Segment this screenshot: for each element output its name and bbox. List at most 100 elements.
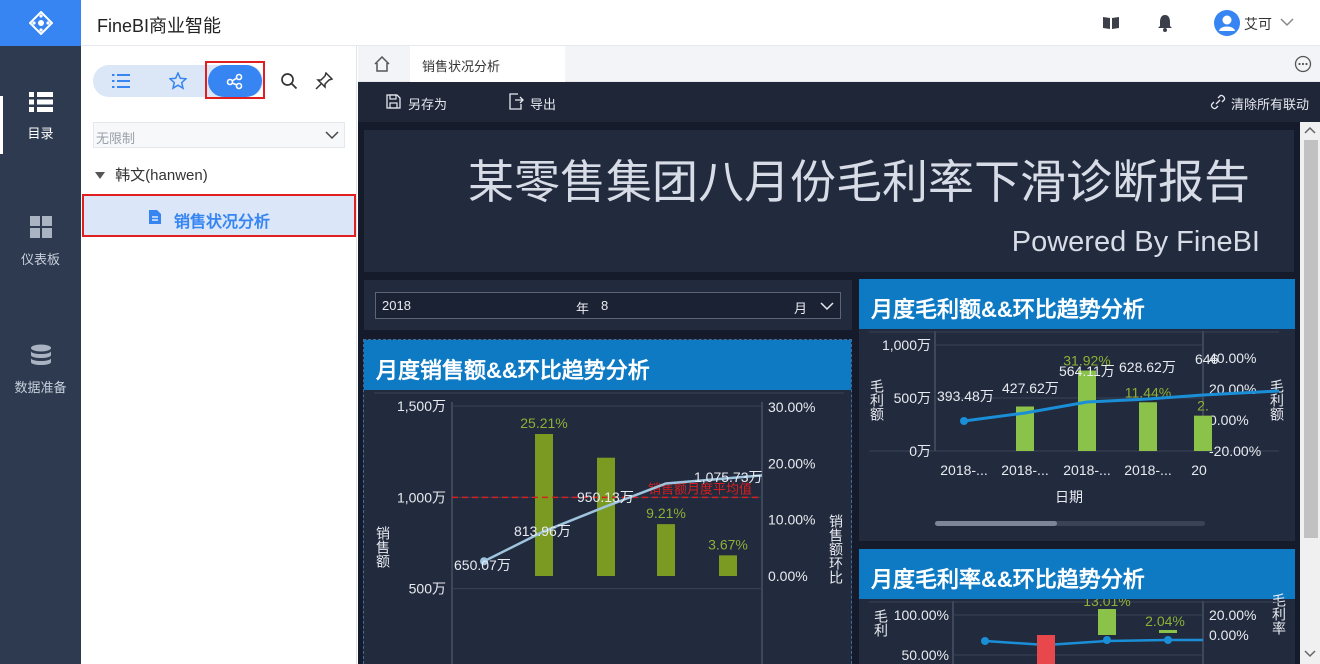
rail-item-catalog[interactable]: 目录 [0,92,81,142]
profit-y-tick: 500万 [894,390,931,406]
sales-y-tick: 1,500万 [397,398,446,414]
report-subtitle: Powered By FineBI [1011,226,1260,258]
list-view-button[interactable] [93,65,149,97]
sales-bar [597,457,615,576]
profit-x-axis-label: 日期 [1055,489,1083,505]
sales-bar-label: 9.21% [646,505,686,521]
export-icon [509,93,524,110]
margin-bar [1098,609,1116,635]
report-title: 某零售集团八月份毛利率下滑诊断报告 [468,156,1250,208]
vertical-scrollbar[interactable] [1300,122,1320,664]
year-month-select[interactable]: 2018 年 8 月 [375,292,841,319]
profit-x-tick: 20 [1191,462,1207,478]
margin-line-point [1164,636,1172,644]
user-icon [1219,15,1235,31]
profit-bar-label: 2. [1197,398,1209,414]
top-bar: FineBI商业智能 艾可 [0,0,1320,46]
profit-line-label: 564.11万 [1059,363,1115,379]
help-book-icon[interactable] [1102,15,1120,31]
profit-y-tick: 0万 [909,443,931,459]
report-canvas: 某零售集团八月份毛利率下滑诊断报告 Powered By FineBI 2018… [358,122,1300,664]
finebi-logo-icon [28,11,53,35]
profit-x-tick: 2018-... [1124,462,1171,478]
shared-view-button[interactable] [208,65,262,97]
sales-y-tick: 500万 [409,581,446,597]
more-icon[interactable] [1294,55,1312,73]
report-toolbar: 另存为 导出 清除所有联动 [358,82,1320,122]
favorites-button[interactable] [150,65,206,97]
clear-links-button[interactable]: 清除所有联动 [1208,82,1320,122]
tab-label: 销售状况分析 [422,59,501,74]
profit-chart-title: 月度毛利额&&环比趋势分析 [859,279,1295,329]
home-icon[interactable] [374,56,390,72]
logo[interactable] [0,0,81,46]
data-prep-icon [30,344,51,365]
profit-y2-tick: 0.00% [1209,412,1249,428]
export-label: 导出 [530,97,557,112]
scroll-down-icon[interactable] [1304,650,1316,658]
year-value: 2018 [382,298,411,313]
rail-label-data-prep: 数据准备 [14,380,67,395]
rail-label-dashboard: 仪表板 [20,252,60,267]
sales-bar [719,555,737,576]
rail-item-data-prep[interactable]: 数据准备 [0,344,81,396]
sales-chart-panel[interactable]: 月度销售额&&环比趋势分析 销售额 销售额环比 1,500万 1,000万 500万… [363,339,852,664]
dashboard-icon [29,216,52,238]
chevron-down-icon[interactable] [1280,17,1294,27]
margin-line-point [981,637,989,645]
profit-bar [1078,370,1096,451]
catalog-icon [28,92,53,112]
sales-chart-title: 月度销售额&&环比趋势分析 [364,340,851,390]
sales-bar [535,433,553,576]
bell-icon[interactable] [1157,14,1173,32]
chevron-down-icon [325,131,339,140]
avatar[interactable] [1214,10,1240,36]
pin-icon[interactable] [315,72,333,90]
sales-y-tick: 1,000万 [397,489,446,505]
tab-bar: 销售状况分析 [358,46,1320,82]
caret-down-icon [95,172,105,179]
scrollbar-thumb[interactable] [1304,140,1318,538]
margin-y2-tick: 20.00% [1209,607,1256,623]
filter-select-value: 无限制 [96,131,136,146]
month-label: 月 [794,301,808,316]
save-as-button[interactable]: 另存为 [384,82,474,122]
sales-bar-label: 3.67% [708,536,748,552]
margin-bar-label: 2.04% [1145,613,1185,629]
sales-line-label: 950.13万 [577,489,634,505]
user-name[interactable]: 艾可 [1244,14,1272,34]
sales-line-label: 650.07万 [454,557,511,573]
margin-y-tick: 50.00% [902,647,949,663]
sales-line-label: 813.96万 [514,523,571,539]
left-rail: 目录 仪表板 数据准备 [0,46,81,664]
profit-x-tick: 2018-... [940,462,987,478]
app-title: FineBI商业智能 [97,16,222,36]
profit-bar [1194,415,1212,451]
tab-sales-analysis[interactable]: 销售状况分析 [410,46,565,82]
share-icon [226,73,243,90]
catalog-panel: 无限制 韩文(hanwen) 销售状况分析 [81,46,357,664]
year-label: 年 [576,301,590,316]
list-icon [112,74,130,88]
scroll-up-icon[interactable] [1304,126,1316,134]
rail-item-dashboard[interactable]: 仪表板 [0,216,81,268]
tree-node-user-label: 韩文(hanwen) [115,167,208,184]
profit-chart: 1,000万500万0万40.00%20.00%0.00%-20.00%2018… [869,331,1280,526]
unlink-icon [1210,94,1226,110]
search-icon[interactable] [280,72,298,90]
tree-node-report-selected[interactable]: 销售状况分析 [82,194,356,237]
tree-node-user[interactable]: 韩文(hanwen) [95,164,208,185]
permission-filter-select[interactable]: 无限制 [93,122,345,148]
margin-chart-panel[interactable]: 月度毛利率&&环比趋势分析 毛利 毛利率 100.00% 50.00% 20.00%… [859,549,1295,664]
margin-y2-tick: 0.00% [1209,627,1249,643]
profit-y-tick: 1,000万 [882,337,931,353]
margin-bar [1159,630,1177,633]
clear-links-label: 清除所有联动 [1231,97,1310,112]
save-as-label: 另存为 [408,97,448,112]
margin-chart-title: 月度毛利率&&环比趋势分析 [859,549,1295,599]
profit-chart-panel[interactable]: 月度毛利额&&环比趋势分析 毛利额 毛利额 1,000万 500万 0万 40.00%… [859,279,1295,541]
sales-line-label: 1,075.73万 [694,469,763,485]
sales-y2-tick: 20.00% [768,455,815,471]
export-button[interactable]: 导出 [506,82,576,122]
sales-bar [657,524,675,576]
